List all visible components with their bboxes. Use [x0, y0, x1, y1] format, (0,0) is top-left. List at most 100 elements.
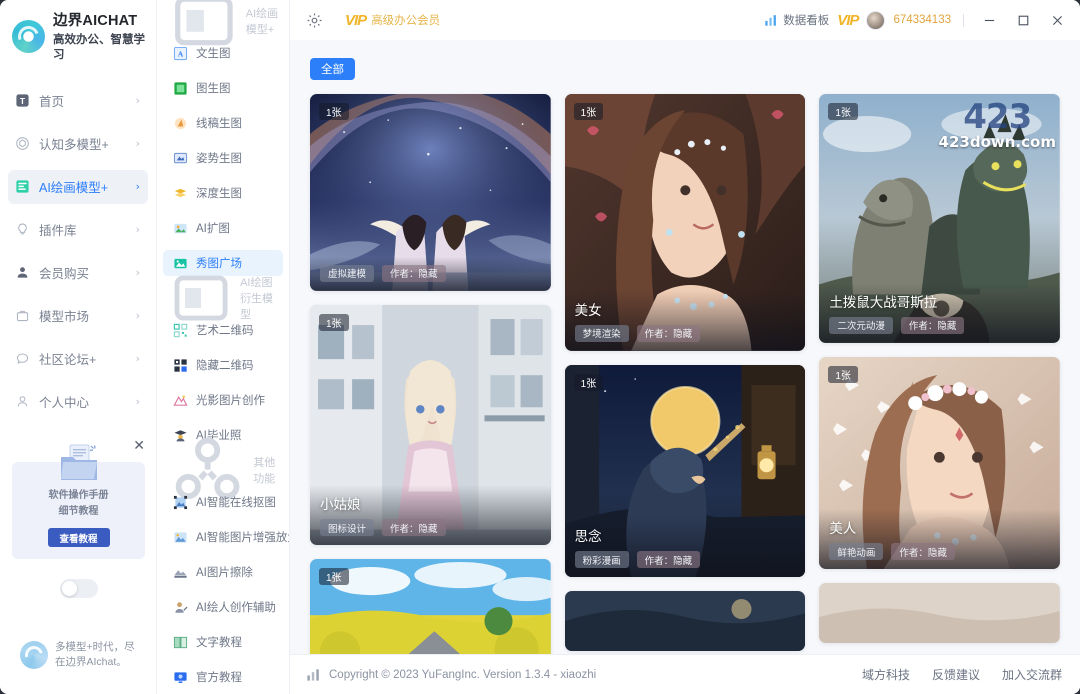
subnav-item-hidden-qrcode[interactable]: 隐藏二维码 — [163, 352, 283, 378]
gallery-card[interactable]: 1张 小姑娘 图标设计 作者：隐藏 — [310, 304, 551, 546]
subnav-item-pose-to-image[interactable]: 姿势生图 — [163, 145, 283, 171]
upscale-icon — [174, 531, 187, 543]
spiral-logo-icon — [20, 640, 48, 669]
subnav-item-label: 文字教程 — [196, 637, 242, 649]
subnav-group-label: AI绘图衍生模型 — [240, 277, 274, 321]
gallery-card[interactable]: 1张 思念 粉彩漫画 作者：隐藏 — [564, 364, 806, 578]
footer-brand-line-2: 在边界AIchat。 — [55, 655, 127, 668]
sidebar-item-profile[interactable]: 个人中心 › — [8, 385, 148, 419]
depth-to-image-icon — [174, 188, 187, 197]
image-to-image-icon — [174, 81, 187, 95]
book-icon — [173, 636, 188, 648]
gallery-card[interactable]: 1张 虚拟建模 作者：隐藏 — [310, 94, 551, 291]
card-overlay: 美女 梦境渲染 作者：隐藏 — [564, 290, 806, 351]
subnav-item-portrait-assist[interactable]: AI绘人创作辅助 — [163, 594, 283, 620]
home-text-icon: T — [14, 93, 30, 109]
card-tag: 虚拟建模 — [320, 264, 375, 282]
subnav-item-label: 深度生图 — [196, 188, 242, 200]
avatar[interactable] — [866, 10, 886, 30]
gallery-card[interactable]: 1张 423 423down.com 土拨鼠大战哥斯拉 二次元动漫 作者：隐藏 — [819, 94, 1060, 343]
subnav-item-label: 姿势生图 — [196, 153, 242, 165]
subnav-item-outpaint[interactable]: AI扩图 — [163, 215, 283, 241]
footer-link-company[interactable]: 域方科技 — [862, 666, 910, 683]
gallery-card[interactable]: 1张 美人 鲜艳动画 作者：隐藏 — [819, 356, 1060, 570]
subnav-item-light-shadow[interactable]: 光影图片创作 — [163, 387, 283, 413]
subnav-item-depth-to-image[interactable]: 深度生图 — [163, 180, 283, 206]
sidebar-item-label: 认知多模型+ — [39, 138, 109, 153]
gallery-grid: 1张 虚拟建模 作者：隐藏 1张 小姑娘 图标设计 作者：隐藏 1张 1张 美女… — [310, 94, 1060, 654]
footer-link-community[interactable]: 加入交流群 — [1002, 666, 1062, 683]
subnav-item-label: 光影图片创作 — [196, 395, 265, 407]
subnav-item-label: 官方教程 — [196, 672, 242, 684]
chevron-right-icon: › — [135, 180, 140, 194]
subnav-group-header: AI绘图衍生模型 — [163, 275, 283, 321]
card-overlay: 思念 粉彩漫画 作者：隐藏 — [564, 517, 806, 578]
subnav-item-sketch-to-image[interactable]: 线稿生图 — [163, 110, 283, 136]
card-overlay: 土拨鼠大战哥斯拉 二次元动漫 作者：隐藏 — [819, 282, 1060, 343]
sidebar-item-multimodel[interactable]: 认知多模型+ › — [8, 127, 148, 161]
subnav-item-label: AI智能图片增强放大 — [196, 532, 290, 544]
svg-text:A: A — [178, 49, 184, 58]
subnav-item-image-to-image[interactable]: 图生图 — [163, 75, 283, 101]
view-tutorial-button[interactable]: 查看教程 — [47, 528, 110, 547]
count-badge: 1张 — [573, 103, 604, 120]
subnav-group-label: 其他功能 — [253, 457, 276, 485]
subnav-item-label: AI扩图 — [196, 223, 230, 235]
topbar: VIP 高级办公会员 数据看板 VIP 674334133 — [290, 0, 1080, 40]
filter-chip-all[interactable]: 全部 — [310, 58, 355, 80]
sidebar-item-model-market[interactable]: 模型市场 › — [8, 299, 148, 333]
close-icon[interactable] — [1044, 7, 1070, 33]
footer: Copyright © 2023 YuFangInc. Version 1.3.… — [290, 654, 1080, 694]
user-badge-icon — [14, 265, 30, 281]
gallery-card[interactable]: 1张 — [310, 559, 551, 654]
minimize-icon[interactable] — [976, 7, 1002, 33]
gallery-card[interactable] — [564, 591, 806, 652]
card-author: 作者：隐藏 — [382, 519, 446, 537]
maximize-icon[interactable] — [1010, 7, 1036, 33]
vip-badge[interactable]: VIP 高级办公会员 — [345, 12, 440, 29]
dashboard-link[interactable]: 数据看板 — [764, 12, 829, 28]
close-icon[interactable]: ✕ — [133, 438, 145, 452]
chevron-right-icon: › — [135, 94, 140, 108]
sidebar-nav: T 首页 › 认知多模型+ › AI绘画模型+ › 插件库 › 会员购买 › 模… — [0, 84, 156, 428]
card-tag: 图标设计 — [320, 519, 375, 537]
sidebar-item-plugins[interactable]: 插件库 › — [8, 213, 148, 247]
subnav-group-header: AI绘画模型+ — [163, 0, 283, 46]
sidebar-footer-brand: 多模型+时代，尽 在边界AIchat。 — [0, 640, 157, 670]
main-area: VIP 高级办公会员 数据看板 VIP 674334133 全部 1张 虚拟建模… — [290, 0, 1080, 694]
spiral-logo-icon — [12, 20, 45, 54]
theme-toggle[interactable] — [59, 579, 98, 598]
sidebar-item-ai-drawing[interactable]: AI绘画模型+ › — [8, 169, 148, 204]
chevron-right-icon: › — [135, 309, 140, 323]
content-area: 全部 1张 虚拟建模 作者：隐藏 1张 小姑娘 图标设计 作者：隐藏 1张 1张… — [290, 40, 1080, 654]
group-icon — [174, 275, 228, 321]
gallery-card[interactable]: 1张 美女 梦境渲染 作者：隐藏 — [564, 94, 806, 351]
footer-brand-line-1: 多模型+时代，尽 — [55, 640, 135, 653]
text-to-image-icon: A — [173, 46, 188, 60]
card-tag: 二次元动漫 — [829, 316, 893, 334]
gallery-card[interactable] — [819, 583, 1060, 644]
subnav-item-label: 图生图 — [196, 83, 231, 95]
erase-icon — [174, 569, 187, 578]
portrait-assist-icon — [175, 601, 188, 613]
footer-link-feedback[interactable]: 反馈建议 — [932, 666, 980, 683]
sidebar-item-membership[interactable]: 会员购买 › — [8, 256, 148, 290]
sidebar-item-forum[interactable]: 社区论坛+ › — [8, 342, 148, 376]
vip-mark-icon-2: VIP — [837, 11, 859, 29]
sidebar-item-home[interactable]: T 首页 › — [8, 84, 148, 118]
gear-icon[interactable] — [306, 12, 323, 29]
subnav-item-erase[interactable]: AI图片擦除 — [163, 559, 283, 585]
brand-title: 边界AICHAT — [53, 13, 138, 29]
sketch-to-image-icon — [174, 117, 187, 129]
artwork-dark-scene-partial — [564, 591, 806, 652]
subnav-item-official-tutorial[interactable]: 官方教程 — [163, 664, 283, 690]
subnav-item-text-tutorial[interactable]: 文字教程 — [163, 629, 283, 655]
monitor-icon — [174, 671, 187, 683]
card-tag: 梦境渲染 — [574, 324, 629, 342]
cube-icon — [14, 136, 30, 152]
subnav-item-upscale[interactable]: AI智能图片增强放大 — [163, 524, 289, 550]
subnav-item-label: AI图片擦除 — [196, 567, 253, 579]
chevron-right-icon: › — [135, 137, 140, 151]
sidebar-item-label: 插件库 — [39, 224, 77, 239]
subnav: AI绘画模型+ A 文生图 图生图 线稿生图 姿势生图 深度生图 AI扩图 秀图… — [157, 0, 290, 694]
